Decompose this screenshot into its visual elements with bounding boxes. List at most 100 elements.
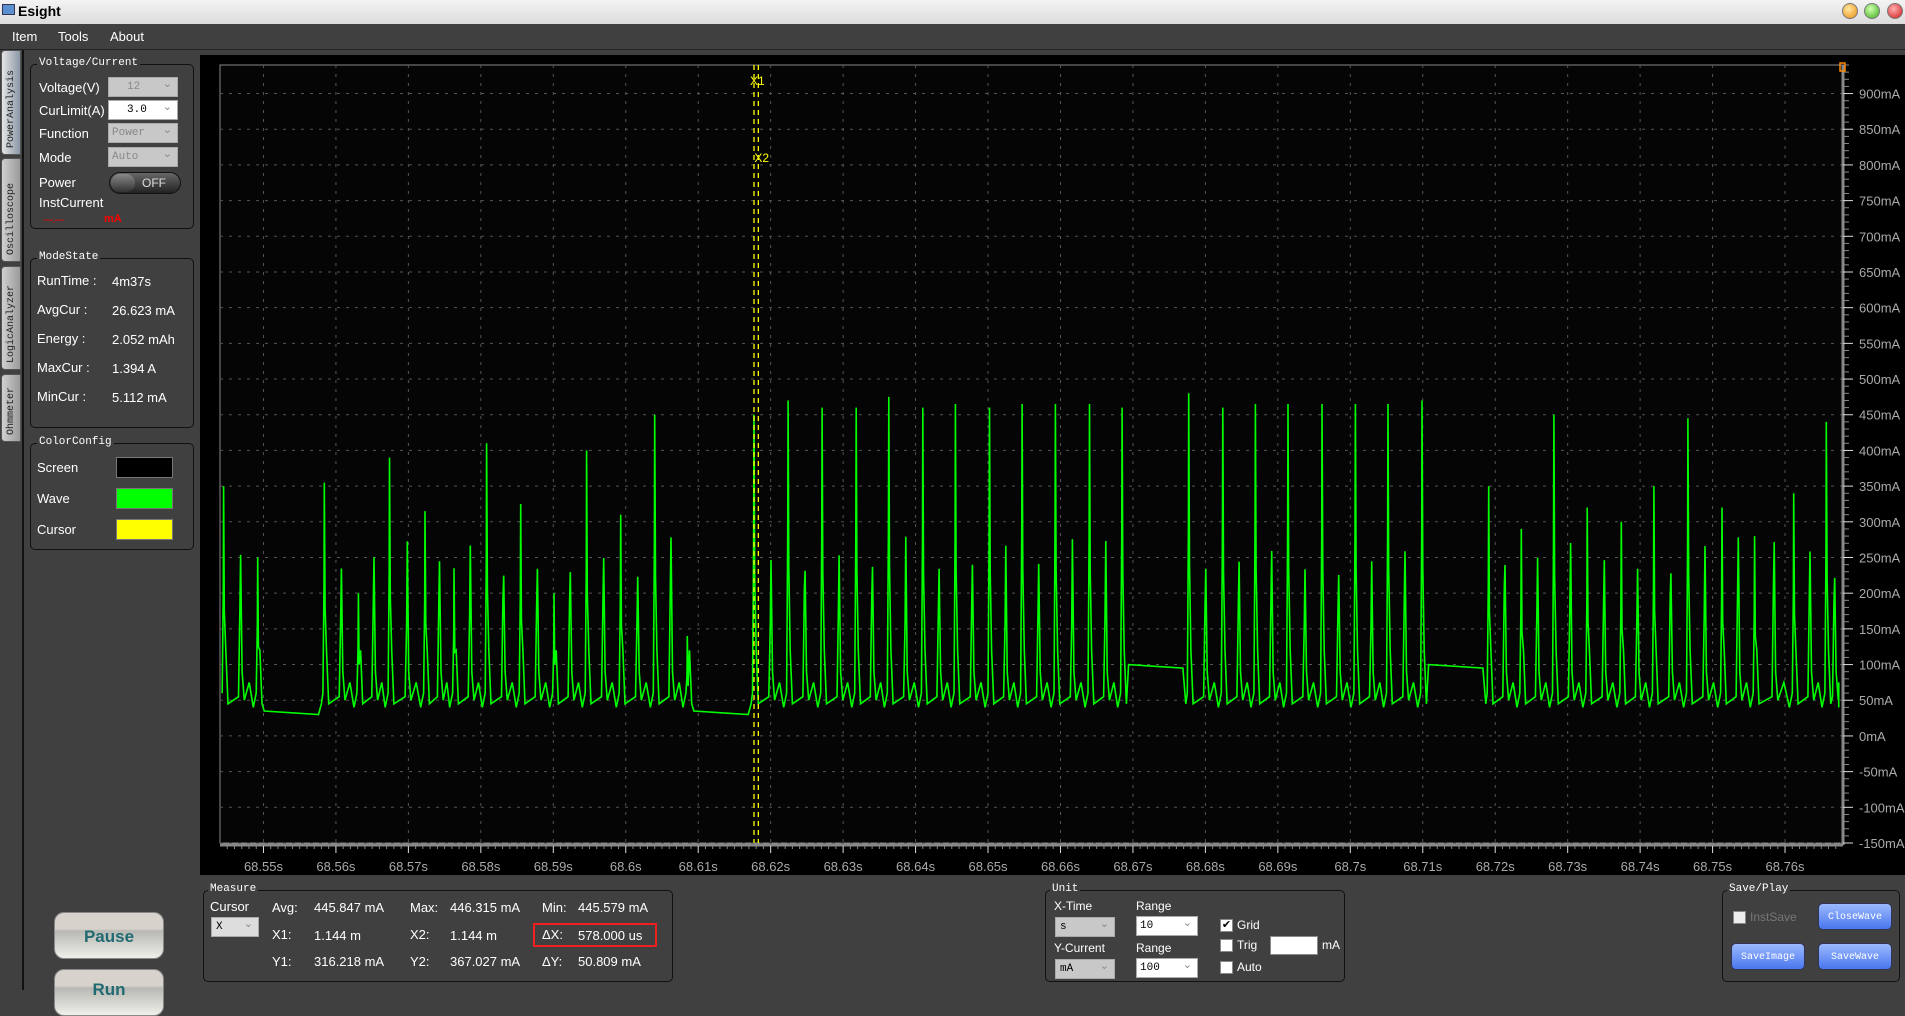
- power-toggle[interactable]: OFF: [109, 172, 181, 194]
- pause-label: Pause: [83, 927, 135, 946]
- x-tick-label: 68.58s: [461, 859, 501, 874]
- x-tick-label: 68.71s: [1403, 859, 1443, 874]
- xtime-select[interactable]: s: [1055, 917, 1115, 937]
- voltage-value: 12: [127, 81, 141, 93]
- cursor-label: X1: [750, 74, 765, 88]
- close-icon[interactable]: [1887, 3, 1903, 19]
- y-tick-label: 300mA: [1859, 515, 1901, 530]
- xtime-value: s: [1060, 921, 1067, 933]
- y2-value: 367.027 mA: [450, 954, 521, 969]
- instsave-label: InstSave: [1750, 910, 1797, 924]
- saveimage-button[interactable]: SaveImage: [1731, 943, 1805, 970]
- xrange-label: Range: [1136, 899, 1172, 913]
- grid-checkbox[interactable]: ✔: [1220, 919, 1233, 932]
- oscilloscope-chart[interactable]: 900mA 850mA 800mA 750mA 700mA 650mA 600mA 550mA…: [200, 55, 1905, 875]
- tab-logic-analyzer[interactable]: LogicAnalyzer: [1, 266, 21, 370]
- mode-value: Auto: [112, 151, 139, 163]
- dy-label: ΔY:: [542, 954, 563, 969]
- savewave-label: SaveWave: [1830, 952, 1879, 963]
- trig-unit: mA: [1322, 938, 1340, 952]
- instsave-checkbox[interactable]: [1733, 911, 1746, 924]
- minimize-icon[interactable]: [1842, 3, 1858, 19]
- group-title: Unit: [1050, 883, 1081, 895]
- color-swatch[interactable]: [116, 457, 173, 478]
- group-title: Measure: [208, 883, 259, 895]
- measure-group: Measure Cursor X Avg: 445.847 mA Max: 44…: [203, 883, 673, 982]
- auto-checkbox[interactable]: [1220, 961, 1233, 974]
- closewave-label: CloseWave: [1827, 912, 1882, 923]
- unit-group: Unit X-Time Range s 10 Y-Current Range m…: [1045, 883, 1345, 982]
- closewave-button[interactable]: CloseWave: [1818, 903, 1892, 930]
- x-tick-label: 68.66s: [1041, 859, 1081, 874]
- x-tick-label: 68.65s: [969, 859, 1009, 874]
- savewave-button[interactable]: SaveWave: [1818, 943, 1892, 970]
- tab-oscilloscope[interactable]: Oscilloscope: [1, 158, 21, 262]
- app-logo-icon: [2, 4, 15, 15]
- mode-label: Mode: [39, 150, 72, 165]
- mode-state-group: ModeState RunTime : 4m37s AvgCur : 26.623…: [30, 251, 194, 428]
- x-tick-label: 68.72s: [1476, 859, 1516, 874]
- yrange-label: Range: [1136, 941, 1172, 955]
- y-tick-label: -50mA: [1859, 765, 1898, 780]
- ycurrent-label: Y-Current: [1054, 941, 1105, 955]
- cursor-select[interactable]: X: [211, 917, 259, 937]
- ycurrent-value: mA: [1060, 963, 1074, 975]
- tab-power-analysis[interactable]: PowerAnalysis: [1, 50, 21, 155]
- maximize-icon[interactable]: [1864, 3, 1880, 19]
- color-label: Cursor: [37, 522, 77, 537]
- menu-item[interactable]: Tools: [58, 29, 88, 44]
- dy-value: 50.809 mA: [578, 954, 641, 969]
- mode-state-label: RunTime :: [37, 273, 97, 288]
- voltage-current-group: Voltage/Current Voltage(V) 12 CurLimit(A…: [30, 57, 194, 229]
- inst-current-unit: mA: [104, 213, 122, 225]
- run-button[interactable]: Run: [54, 969, 164, 1016]
- auto-label: Auto: [1237, 960, 1262, 974]
- inst-current-label: InstCurrent: [39, 195, 104, 210]
- y-tick-label: 200mA: [1859, 586, 1901, 601]
- chart-svg: 900mA 850mA 800mA 750mA 700mA 650mA 600mA 550mA…: [219, 62, 1905, 874]
- y-tick-label: 800mA: [1859, 158, 1901, 173]
- tab-ohmmeter[interactable]: Ohmmeter: [1, 374, 21, 442]
- y-tick-label: -150mA: [1859, 836, 1905, 851]
- dx-value: 578.000 us: [578, 928, 643, 943]
- curlimit-value: 3.0: [127, 104, 147, 116]
- cursor-value: X: [216, 921, 223, 933]
- voltage-label: Voltage(V): [39, 80, 100, 95]
- y-tick-label: 700mA: [1859, 229, 1901, 244]
- voltage-select[interactable]: 12: [108, 77, 178, 97]
- max-value: 446.315 mA: [450, 900, 521, 915]
- menu-item[interactable]: About: [110, 29, 144, 44]
- x-tick-label: 68.69s: [1258, 859, 1298, 874]
- group-title: ColorConfig: [37, 436, 114, 448]
- color-swatch[interactable]: [116, 519, 173, 540]
- y1-value: 316.218 mA: [314, 954, 385, 969]
- y-tick-label: 900mA: [1859, 87, 1901, 102]
- curlimit-select[interactable]: 3.0: [108, 100, 178, 120]
- menu-item[interactable]: Item: [12, 29, 37, 44]
- max-label: Max:: [410, 900, 439, 915]
- color-label: Wave: [37, 491, 70, 506]
- x-tick-label: 68.68s: [1186, 859, 1226, 874]
- color-swatch[interactable]: [116, 488, 173, 509]
- avg-label: Avg:: [272, 900, 298, 915]
- grid-label: Grid: [1237, 918, 1260, 932]
- group-title: Voltage/Current: [37, 57, 141, 69]
- yrange-select[interactable]: 100: [1136, 958, 1198, 978]
- mode-state-value: 2.052 mAh: [112, 332, 175, 347]
- pause-button[interactable]: Pause: [54, 912, 164, 959]
- y-tick-label: 750mA: [1859, 194, 1901, 209]
- y-tick-label: 350mA: [1859, 479, 1901, 494]
- y-tick-label: 400mA: [1859, 443, 1901, 458]
- trig-checkbox[interactable]: [1220, 939, 1233, 952]
- ycurrent-select[interactable]: mA: [1055, 959, 1115, 979]
- y-tick-label: 650mA: [1859, 265, 1901, 280]
- mode-select[interactable]: Auto: [108, 147, 178, 167]
- function-select[interactable]: Power: [108, 123, 178, 143]
- mode-state-label: MinCur :: [37, 389, 87, 404]
- x-tick-label: 68.73s: [1548, 859, 1588, 874]
- trig-input[interactable]: [1270, 936, 1318, 955]
- xtime-label: X-Time: [1054, 899, 1093, 913]
- mode-state-label: Energy :: [37, 331, 86, 346]
- xrange-select[interactable]: 10: [1136, 916, 1198, 936]
- tab-label: PowerAnalysis: [6, 69, 17, 148]
